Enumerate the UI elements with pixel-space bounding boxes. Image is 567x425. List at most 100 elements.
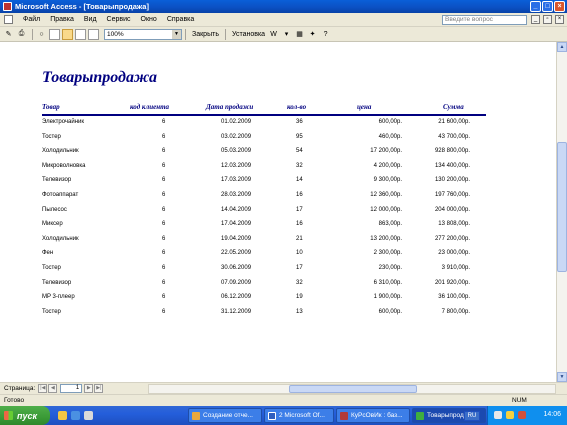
menu-window[interactable]: Окно [136,16,162,23]
vertical-scroll-thumb[interactable] [557,142,567,272]
cell-sale-date: 17.04.2009 [221,221,252,228]
multiple-pages-icon[interactable] [75,28,86,40]
cell-sale-date: 05.03.2009 [221,148,252,155]
table-row: Пылесос 6 14.04.2009 17 12 000,00р. 204 000,0… [0,207,556,217]
cell-quantity: 32 [296,162,303,169]
cell-total: 277 200,00р. [434,235,470,242]
menu-view[interactable]: Вид [79,16,102,23]
minimize-button[interactable]: _ [530,1,541,12]
table-row: Тостер 6 03.02.2009 95 460,00р. 43 700,00р. [0,134,556,144]
table-row: Холодильник 6 19.04.2009 21 13 200,00р. 277 2… [0,236,556,246]
cell-price: 6 310,00р. [373,279,402,286]
cell-product: Тостер [42,308,61,315]
database-window-icon[interactable]: ▦ [294,29,305,40]
doc-restore-button[interactable]: ▫ [543,15,552,24]
scroll-up-icon[interactable]: ▲ [557,42,567,52]
prev-page-icon[interactable]: ◀ [48,384,58,393]
volume-icon[interactable] [506,411,514,419]
horizontal-scrollbar[interactable] [148,384,556,394]
cell-quantity: 36 [296,119,303,125]
cell-price: 2 300,00р. [373,250,402,257]
zoom-magnifier-icon[interactable]: ○ [36,29,47,40]
language-indicator[interactable]: RU [464,411,480,421]
doc-close-button[interactable]: × [555,15,564,24]
windows-taskbar: пуск Создание отче... 2 Microsoft Of... … [0,406,567,425]
menu-edit[interactable]: Правка [45,16,79,23]
horizontal-scroll-thumb[interactable] [289,385,417,393]
report-preview-area: Товарыпродажа Товар код клиента Дата про… [0,42,567,382]
setup-button[interactable]: Установка [232,31,265,38]
help-icon[interactable]: ? [320,29,331,40]
cell-total: 134 400,00р. [434,162,470,169]
scroll-down-icon[interactable]: ▼ [557,372,567,382]
taskbar-item-create-report[interactable]: Создание отче... [188,408,262,423]
cell-quantity: 32 [296,279,303,286]
table-row: Холодильник 6 05.03.2009 54 17 200,00р. 928 8… [0,148,556,158]
table-row: Тостер 6 30.06.2009 17 230,00р. 3 910,00р. [0,265,556,275]
maximize-button[interactable]: □ [542,1,553,12]
two-pages-icon[interactable] [62,28,73,40]
media-player-icon[interactable] [84,411,93,420]
network-icon[interactable] [494,411,502,419]
close-button[interactable]: × [554,1,565,12]
one-page-icon[interactable] [49,28,60,40]
doc-minimize-button[interactable]: _ [531,15,540,24]
dropdown-arrow-icon[interactable]: ▾ [281,29,292,40]
office-links-icon[interactable]: W [268,29,279,40]
print-icon[interactable]: ⎙ [16,29,27,40]
menu-help[interactable]: Справка [162,16,199,23]
taskbar-item-microsoft-office[interactable]: 2 Microsoft Of... [264,408,334,423]
design-view-icon[interactable]: ✎ [3,29,14,40]
column-header-quantity: кол-во [287,103,307,111]
cell-client-code: 6 [162,133,166,140]
cell-quantity: 95 [296,133,303,140]
menu-file[interactable]: Файл [18,16,45,23]
cell-total: 201 920,00р. [434,279,470,286]
close-preview-button[interactable]: Закрыть [192,31,219,38]
cell-product: Холодильник [42,148,79,155]
last-page-icon[interactable]: ▶| [94,384,104,393]
taskbar-item-kursovik-db[interactable]: КуРсОвИк : баз... [336,408,410,423]
cell-product: Фен [42,250,54,257]
cell-price: 4 200,00р. [373,162,402,169]
page-number-input[interactable]: 1 [60,384,83,393]
report-doc-icon[interactable] [4,15,13,24]
cell-total: 21 600,00р. [438,119,470,125]
zoom-select[interactable]: 100% ▼ [104,28,182,40]
cell-price: 12 000,00р. [370,206,402,213]
cell-product: Миксер [42,221,63,228]
cell-product: MP 3-плеер [42,294,75,301]
menu-tools[interactable]: Сервис [102,16,136,23]
antivirus-icon[interactable] [518,411,526,419]
cell-price: 600,00р. [378,308,402,315]
page-setup-icon[interactable] [88,28,99,40]
cell-client-code: 6 [162,221,166,228]
show-desktop-icon[interactable] [58,411,67,420]
help-question-input[interactable]: Введите вопрос [442,15,527,25]
access-app-icon[interactable] [3,2,12,11]
next-page-icon[interactable]: ▶ [84,384,94,393]
cell-total: 3 910,00р. [441,265,470,271]
internet-explorer-icon[interactable] [71,411,80,420]
table-row: Микроволновка 6 12.03.2009 32 4 200,00р. 134 … [0,163,556,173]
cell-sale-date: 19.04.2009 [221,235,252,242]
cell-sale-date: 31.12.2009 [221,308,252,315]
cell-sale-date: 06.12.2009 [221,294,252,301]
menu-bar: Файл Правка Вид Сервис Окно Справка Введ… [0,13,567,27]
print-preview-toolbar: ✎ ⎙ ○ 100% ▼ Закрыть Установка W ▾ ▦ ✦ ? [0,27,567,42]
cell-sale-date: 07.09.2009 [221,279,252,286]
zoom-dropdown-arrow-icon[interactable]: ▼ [172,29,181,39]
first-page-icon[interactable]: |◀ [38,384,48,393]
vertical-scrollbar[interactable]: ▲ ▼ [556,42,567,382]
cell-price: 863,00р. [378,221,402,228]
cell-price: 9 300,00р. [373,177,402,184]
cell-price: 13 200,00р. [370,235,402,242]
start-button[interactable]: пуск [0,406,50,425]
cell-sale-date: 30.06.2009 [221,265,252,271]
cell-quantity: 17 [296,265,303,271]
status-bar: Готово NUM [0,394,567,406]
cell-quantity: 10 [296,250,303,257]
toolbar-separator [32,28,33,40]
column-header-total: Сумма [443,103,464,111]
new-object-icon[interactable]: ✦ [307,29,318,40]
